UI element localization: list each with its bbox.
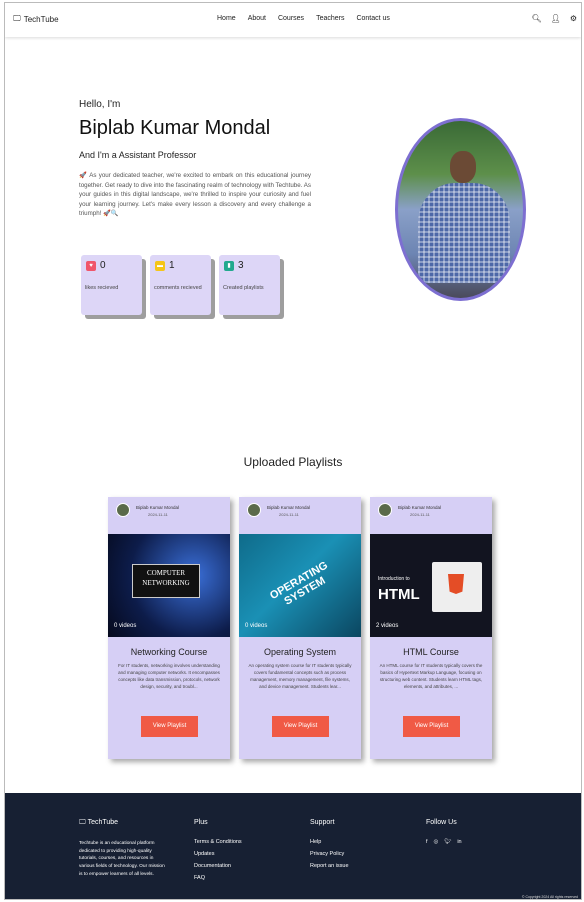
heart-icon: ♥	[86, 261, 96, 271]
stat-comments-label: comments recieved	[154, 285, 202, 291]
hero-name: Biplab Kumar Mondal	[79, 117, 271, 139]
footer: 🖵 TechTube Techtube is an educational pl…	[5, 793, 581, 899]
author-name: Biplab Kumar Mondal	[267, 505, 311, 510]
nav-contact[interactable]: Contact us	[356, 15, 389, 22]
playlist-thumbnail[interactable]: COMPUTER NETWORKING	[108, 534, 230, 637]
footer-follow: Follow Us f ◎ 🐦︎ in	[426, 819, 462, 851]
comment-icon: ▬	[155, 261, 165, 271]
playlist-title: Networking Course	[130, 647, 208, 657]
nav-courses[interactable]: Courses	[278, 15, 304, 22]
footer-plus: Plus Terms & Conditions Updates Document…	[194, 819, 242, 887]
video-count: 0 videos	[245, 623, 268, 629]
bookmark-icon: ▮	[224, 261, 234, 271]
monitor-icon: 🖵	[79, 819, 88, 826]
facebook-icon[interactable]: f	[426, 839, 428, 845]
html5-icon	[448, 574, 464, 594]
footer-about: 🖵 TechTube Techtube is an educational pl…	[79, 819, 169, 878]
twitter-icon[interactable]: 🐦︎	[444, 839, 451, 845]
hero-intro: 🚀 As your dedicated teacher, we're excit…	[79, 172, 311, 218]
stat-comments-value: 1	[169, 260, 175, 271]
footer-support-title: Support	[310, 819, 335, 826]
footer-link-report[interactable]: Report an issue	[310, 863, 349, 869]
view-playlist-button[interactable]: View Playlist	[141, 716, 198, 737]
hero-greeting: Hello, I'm	[79, 99, 121, 110]
header-actions: 🔍︎ 👤︎ ⚙	[532, 14, 577, 23]
linkedin-icon[interactable]: in	[457, 839, 461, 845]
footer-brand-text: TechTube	[87, 819, 119, 826]
code-editor-graphic	[432, 562, 482, 612]
monitor-icon: 🖵	[13, 14, 21, 23]
footer-plus-title: Plus	[194, 819, 208, 826]
stat-playlists-value: 3	[238, 260, 244, 271]
photo-shirt	[418, 183, 510, 283]
page: 🖵 TechTube Home About Courses Teachers C…	[4, 2, 582, 900]
thumbnail-title: OPERATING SYSTEM	[268, 559, 330, 608]
search-icon[interactable]: 🔍︎	[532, 14, 542, 23]
view-playlist-button[interactable]: View Playlist	[272, 716, 329, 737]
playlist-card-networking: Biplab Kumar Mondal 2024-11-11 COMPUTER …	[108, 497, 230, 759]
photo-face	[450, 151, 476, 183]
stat-likes-label: likes recieved	[85, 285, 119, 291]
social-links: f ◎ 🐦︎ in	[426, 839, 462, 845]
nav-about[interactable]: About	[248, 15, 266, 22]
video-count: 2 videos	[376, 623, 399, 629]
playlist-thumbnail[interactable]: OPERATING SYSTEM	[239, 534, 361, 637]
playlist-description: An operating system course for IT studen…	[248, 663, 352, 689]
site-logo[interactable]: 🖵 TechTube	[13, 14, 59, 24]
author-avatar	[116, 503, 130, 517]
footer-link-faq[interactable]: FAQ	[194, 875, 242, 881]
footer-follow-title: Follow Us	[426, 819, 457, 826]
footer-brand[interactable]: 🖵 TechTube	[79, 819, 169, 827]
video-count: 0 videos	[114, 623, 137, 629]
playlist-thumbnail[interactable]: Introduction to HTML	[370, 534, 492, 637]
footer-about-text: Techtube is an educational platform dedi…	[79, 841, 165, 877]
playlist-date: 2024-11-11	[410, 512, 430, 517]
main-nav: Home About Courses Teachers Contact us	[217, 15, 390, 22]
playlist-card-os: Biplab Kumar Mondal 2024-11-11 OPERATING…	[239, 497, 361, 759]
thumbnail-title: HTML	[378, 586, 420, 603]
footer-link-updates[interactable]: Updates	[194, 851, 242, 857]
gear-icon[interactable]: ⚙	[570, 14, 577, 23]
playlist-card-html: Biplab Kumar Mondal 2024-11-11 Introduct…	[370, 497, 492, 759]
stat-likes: ♥ 0 likes recieved	[81, 255, 142, 315]
user-icon[interactable]: 👤︎	[551, 14, 561, 23]
playlist-title: Operating System	[263, 647, 337, 657]
instagram-icon[interactable]: ◎	[434, 839, 439, 845]
footer-support: Support Help Privacy Policy Report an is…	[310, 819, 349, 875]
stat-comments: ▬ 1 comments recieved	[150, 255, 211, 315]
author-avatar	[378, 503, 392, 517]
stat-playlists-label: Created playlists	[223, 285, 264, 291]
copyright: © Copyright 2024 All rights reserved	[521, 895, 578, 899]
playlist-date: 2024-11-11	[279, 512, 299, 517]
view-playlist-button[interactable]: View Playlist	[403, 716, 460, 737]
footer-link-privacy[interactable]: Privacy Policy	[310, 851, 349, 857]
nav-teachers[interactable]: Teachers	[316, 15, 344, 22]
stat-likes-value: 0	[100, 260, 106, 271]
playlist-description: An HTML course for IT students typically…	[379, 663, 483, 689]
playlist-date: 2024-11-11	[148, 512, 168, 517]
footer-link-help[interactable]: Help	[310, 839, 349, 845]
playlist-title: HTML Course	[403, 647, 459, 657]
thumbnail-title: COMPUTER NETWORKING	[132, 564, 200, 598]
playlist-description: For IT students, networking involves und…	[118, 663, 220, 689]
footer-link-terms[interactable]: Terms & Conditions	[194, 839, 242, 845]
thumbnail-subtitle: Introduction to	[378, 576, 410, 582]
author-avatar	[247, 503, 261, 517]
footer-link-docs[interactable]: Documentation	[194, 863, 242, 869]
playlists-heading: Uploaded Playlists	[243, 455, 343, 469]
author-name: Biplab Kumar Mondal	[398, 505, 442, 510]
author-name: Biplab Kumar Mondal	[136, 505, 180, 510]
stat-playlists: ▮ 3 Created playlists	[219, 255, 280, 315]
logo-text: TechTube	[23, 14, 59, 24]
hero-role: And I'm a Assistant Professor	[79, 150, 197, 160]
top-navbar: 🖵 TechTube Home About Courses Teachers C…	[5, 3, 581, 37]
nav-home[interactable]: Home	[217, 15, 236, 22]
profile-photo	[395, 118, 526, 301]
